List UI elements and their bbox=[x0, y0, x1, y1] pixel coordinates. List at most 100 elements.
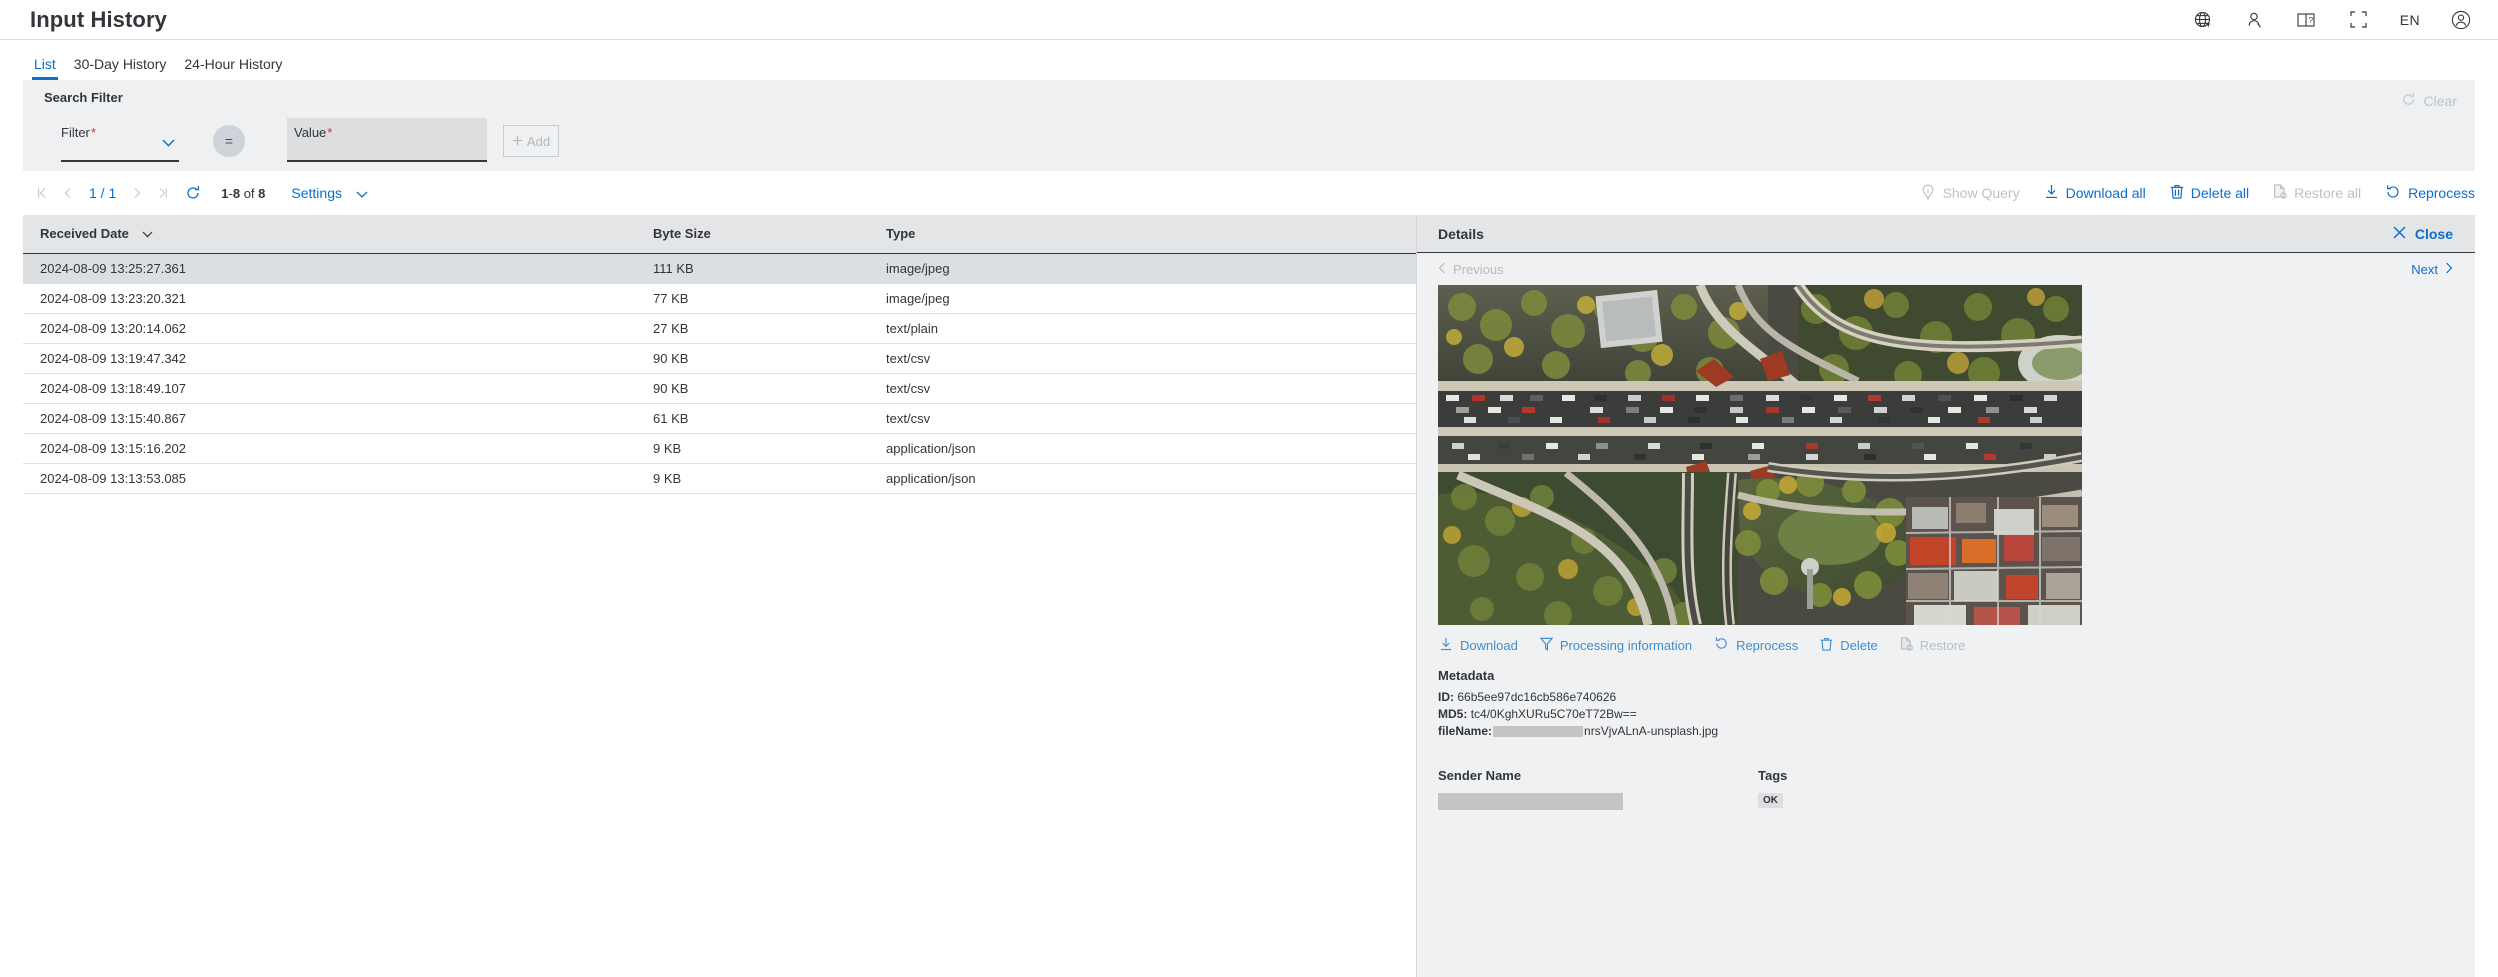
language-indicator[interactable]: EN bbox=[2400, 12, 2420, 28]
last-page-button[interactable] bbox=[150, 180, 176, 206]
delete-all-button[interactable]: Delete all bbox=[2170, 184, 2249, 202]
close-details-button[interactable]: Close bbox=[2393, 226, 2453, 242]
close-icon bbox=[2393, 226, 2406, 242]
input-history-table: Received Date Byte Size Type 2024-08-09 … bbox=[23, 215, 1416, 494]
cell-byte-size: 9 KB bbox=[636, 433, 869, 463]
clear-filter-button[interactable]: Clear bbox=[2401, 92, 2457, 110]
refresh-icon[interactable] bbox=[185, 185, 201, 201]
cell-received-date: 2024-08-09 13:15:40.867 bbox=[23, 403, 636, 433]
table-row[interactable]: 2024-08-09 13:20:14.062 27 KB text/plain bbox=[23, 313, 1416, 343]
delete-label: Delete bbox=[1840, 638, 1878, 653]
previous-record-button[interactable]: Previous bbox=[1438, 262, 1504, 277]
restore-doc-icon bbox=[1900, 637, 1913, 654]
details-actions: Download Processing information Reproces… bbox=[1417, 625, 2475, 654]
tab-bar: List 30-Day History 24-Hour History bbox=[0, 40, 2498, 80]
column-header-received-date-label: Received Date bbox=[40, 226, 129, 241]
download-all-label: Download all bbox=[2066, 185, 2146, 201]
fullscreen-icon[interactable] bbox=[2348, 9, 2370, 31]
table-row[interactable]: 2024-08-09 13:23:20.321 77 KB image/jpeg bbox=[23, 283, 1416, 313]
table-row[interactable]: 2024-08-09 13:25:27.361 111 KB image/jpe… bbox=[23, 253, 1416, 283]
tags-label: Tags bbox=[1758, 768, 2078, 783]
search-filter-panel: Search Filter Filter* = Value* Add bbox=[23, 80, 2475, 171]
cell-byte-size: 61 KB bbox=[636, 403, 869, 433]
tab-24-hour-history[interactable]: 24-Hour History bbox=[175, 56, 291, 80]
download-all-button[interactable]: Download all bbox=[2044, 184, 2146, 202]
next-record-button[interactable]: Next bbox=[2411, 262, 2453, 277]
cell-type: text/csv bbox=[869, 373, 1416, 403]
table-row[interactable]: 2024-08-09 13:18:49.107 90 KB text/csv bbox=[23, 373, 1416, 403]
user-search-icon[interactable] bbox=[2244, 9, 2266, 31]
pagination: 1 / 1 bbox=[29, 180, 201, 206]
tab-30-day-history[interactable]: 30-Day History bbox=[65, 56, 176, 80]
details-bottom-fields: Sender Name Tags OK bbox=[1417, 740, 2475, 810]
list-toolbar: 1 / 1 1-8 of 8 Settings bbox=[0, 171, 2498, 215]
add-filter-button[interactable]: Add bbox=[503, 125, 559, 157]
metadata-id-value: 66b5ee97dc16cb586e740626 bbox=[1457, 690, 1616, 704]
cell-received-date: 2024-08-09 13:25:27.361 bbox=[23, 253, 636, 283]
column-header-byte-size[interactable]: Byte Size bbox=[636, 215, 869, 253]
download-button[interactable]: Download bbox=[1439, 637, 1518, 654]
details-header: Details Close bbox=[1417, 215, 2475, 253]
column-header-received-date[interactable]: Received Date bbox=[23, 215, 636, 253]
chevron-down-icon[interactable] bbox=[162, 134, 175, 152]
info-circle-icon bbox=[1920, 184, 1936, 203]
reprocess-button-details[interactable]: Reprocess bbox=[1714, 636, 1798, 654]
cell-byte-size: 90 KB bbox=[636, 343, 869, 373]
metadata-section: Metadata ID: 66b5ee97dc16cb586e740626 MD… bbox=[1417, 654, 2475, 740]
filter-funnel-icon bbox=[1540, 637, 1553, 654]
column-header-type[interactable]: Type bbox=[869, 215, 1416, 253]
sender-name-label: Sender Name bbox=[1438, 768, 1758, 783]
book-help-icon[interactable]: ? bbox=[2296, 9, 2318, 31]
reprocess-icon bbox=[2401, 92, 2416, 110]
settings-button[interactable]: Settings bbox=[291, 185, 368, 201]
cell-type: image/jpeg bbox=[869, 283, 1416, 313]
table-header-row: Received Date Byte Size Type bbox=[23, 215, 1416, 253]
restore-button[interactable]: Restore bbox=[1900, 637, 1966, 654]
operator-button[interactable]: = bbox=[213, 125, 245, 157]
cell-received-date: 2024-08-09 13:20:14.062 bbox=[23, 313, 636, 343]
cell-type: text/plain bbox=[869, 313, 1416, 343]
table-row[interactable]: 2024-08-09 13:13:53.085 9 KB application… bbox=[23, 463, 1416, 493]
globe-cursor-icon[interactable] bbox=[2192, 9, 2214, 31]
value-underline bbox=[287, 160, 487, 162]
previous-page-button[interactable] bbox=[55, 180, 81, 206]
cell-type: application/json bbox=[869, 433, 1416, 463]
table-row[interactable]: 2024-08-09 13:15:40.867 61 KB text/csv bbox=[23, 403, 1416, 433]
cell-byte-size: 90 KB bbox=[636, 373, 869, 403]
previous-label: Previous bbox=[1453, 262, 1504, 277]
user-avatar-icon[interactable] bbox=[2450, 9, 2472, 31]
metadata-filename-label: fileName: bbox=[1438, 724, 1492, 738]
metadata-filename: fileName:nrsVjvALnA-unsplash.jpg bbox=[1438, 723, 2475, 740]
filter-label-text: Filter bbox=[61, 125, 90, 140]
table-row[interactable]: 2024-08-09 13:15:16.202 9 KB application… bbox=[23, 433, 1416, 463]
metadata-id-label: ID: bbox=[1438, 690, 1454, 704]
cell-byte-size: 9 KB bbox=[636, 463, 869, 493]
delete-button[interactable]: Delete bbox=[1820, 637, 1878, 654]
value-required-mark: * bbox=[327, 125, 332, 140]
tags-field: Tags OK bbox=[1758, 768, 2078, 810]
file-preview-image[interactable] bbox=[1438, 285, 2082, 625]
metadata-md5: MD5: tc4/0KghXURu5C70eT72Bw== bbox=[1438, 706, 2475, 723]
reprocess-button[interactable]: Reprocess bbox=[2385, 184, 2475, 203]
tab-list[interactable]: List bbox=[25, 56, 65, 80]
range-of-label: of bbox=[244, 186, 255, 201]
processing-information-button[interactable]: Processing information bbox=[1540, 637, 1692, 654]
preview-wrapper bbox=[1417, 285, 2475, 625]
next-page-button[interactable] bbox=[124, 180, 150, 206]
download-label: Download bbox=[1460, 638, 1518, 653]
download-icon bbox=[1439, 637, 1453, 654]
filter-select[interactable]: Filter* bbox=[61, 118, 179, 162]
first-page-button[interactable] bbox=[29, 180, 55, 206]
cell-byte-size: 27 KB bbox=[636, 313, 869, 343]
tags-list: OK bbox=[1758, 783, 2078, 808]
table-row[interactable]: 2024-08-09 13:19:47.342 90 KB text/csv bbox=[23, 343, 1416, 373]
page-indicator[interactable]: 1 / 1 bbox=[81, 185, 124, 201]
reprocess-label: Reprocess bbox=[1736, 638, 1798, 653]
header-icon-group: ? EN bbox=[2192, 9, 2472, 31]
metadata-md5-value: tc4/0KghXURu5C70eT72Bw== bbox=[1471, 707, 1637, 721]
search-filter-title: Search Filter bbox=[23, 90, 2475, 105]
restore-all-button[interactable]: Restore all bbox=[2273, 184, 2361, 202]
show-query-button[interactable]: Show Query bbox=[1920, 184, 2020, 203]
value-input[interactable]: Value* bbox=[287, 118, 487, 162]
reprocess-label: Reprocess bbox=[2408, 185, 2475, 201]
